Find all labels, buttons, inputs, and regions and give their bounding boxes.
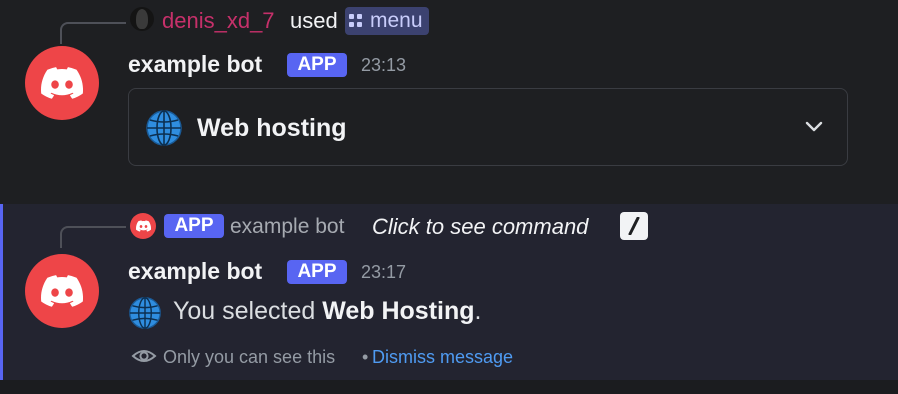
discord-logo-icon (41, 67, 83, 99)
content-prefix: You selected (173, 297, 323, 325)
reply-app-badge: APP (164, 214, 224, 238)
reply-username[interactable]: denis_xd_7 (162, 10, 275, 32)
bot-avatar[interactable] (25, 254, 99, 328)
separator: • (362, 347, 369, 367)
discord-logo-icon (135, 220, 151, 232)
timestamp[interactable]: 23:13 (361, 56, 406, 74)
slash-command-icon[interactable] (620, 212, 648, 240)
select-menu-value: Web hosting (197, 114, 347, 142)
timestamp[interactable]: 23:17 (361, 263, 406, 281)
discord-logo-icon (41, 275, 83, 307)
grid-icon (349, 14, 363, 28)
bot-avatar[interactable] (25, 46, 99, 120)
message-content: You selected Web Hosting. (173, 299, 481, 324)
message-1: denis_xd_7 used menu example bot APP 23:… (0, 0, 898, 200)
app-badge: APP (287, 53, 347, 77)
command-hint[interactable]: Click to see command (372, 216, 588, 238)
command-name: menu (370, 9, 423, 32)
content-suffix: . (474, 297, 482, 325)
reply-connector (60, 22, 126, 44)
message-2: APP example bot Click to see command exa… (0, 204, 898, 380)
user-avatar[interactable] (130, 7, 154, 31)
author-name[interactable]: example bot (128, 260, 262, 283)
chevron-down-icon[interactable] (805, 120, 823, 134)
bottom-strip (0, 380, 898, 394)
globe-icon (129, 297, 161, 329)
globe-icon (146, 110, 182, 146)
dismiss-message-link[interactable]: Dismiss message (372, 348, 513, 366)
app-badge: APP (287, 260, 347, 284)
select-menu[interactable]: Web hosting (128, 88, 848, 166)
eye-icon (131, 350, 157, 362)
content-bold: Web Hosting (322, 297, 475, 325)
reply-connector (60, 226, 126, 248)
author-name[interactable]: example bot (128, 53, 262, 76)
reply-used-text: used (290, 8, 338, 33)
reply-author[interactable]: example bot (230, 216, 344, 237)
reply-bot-avatar[interactable] (130, 213, 156, 239)
command-mention[interactable]: menu (345, 7, 429, 35)
ephemeral-notice: Only you can see this (163, 347, 336, 367)
